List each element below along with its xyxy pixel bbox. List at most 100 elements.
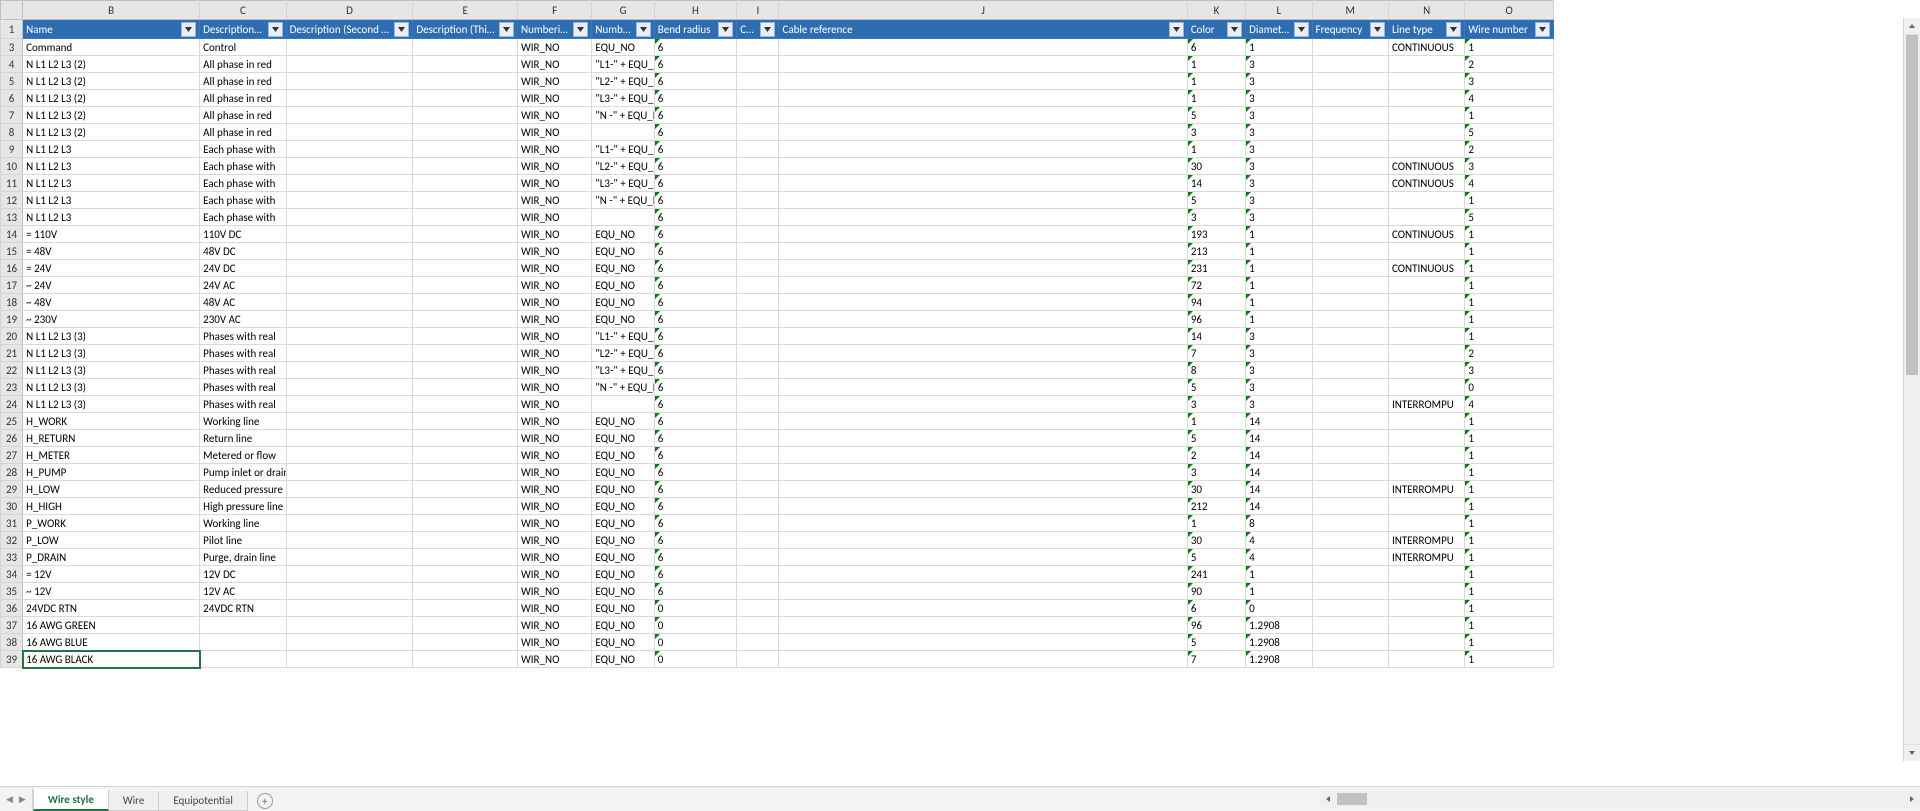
cell-H[interactable]: 6 bbox=[654, 277, 736, 294]
cell-C[interactable]: Working line bbox=[200, 515, 287, 532]
cell-N[interactable] bbox=[1388, 107, 1464, 124]
cell-I[interactable] bbox=[737, 430, 779, 447]
row-header[interactable]: 16 bbox=[1, 260, 23, 277]
cell-I[interactable] bbox=[737, 566, 779, 583]
cell-G[interactable]: EQU_NO bbox=[592, 515, 654, 532]
cell-E[interactable] bbox=[413, 430, 518, 447]
cell-E[interactable] bbox=[413, 328, 518, 345]
cell-O[interactable]: 1 bbox=[1465, 277, 1554, 294]
cell-E[interactable] bbox=[413, 600, 518, 617]
cell-H[interactable]: 6 bbox=[654, 532, 736, 549]
cell-D[interactable] bbox=[286, 583, 413, 600]
cell-O[interactable]: 1 bbox=[1465, 413, 1554, 430]
cell-B[interactable]: H_LOW bbox=[23, 481, 200, 498]
cell-N[interactable]: CONTINUOUS bbox=[1388, 260, 1464, 277]
cell-O[interactable]: 1 bbox=[1465, 532, 1554, 549]
cell-N[interactable] bbox=[1388, 192, 1464, 209]
cell-L[interactable]: 1 bbox=[1246, 226, 1312, 243]
row-header[interactable]: 9 bbox=[1, 141, 23, 158]
cell-H[interactable]: 6 bbox=[654, 515, 736, 532]
cell-M[interactable] bbox=[1312, 498, 1388, 515]
cell-I[interactable] bbox=[737, 124, 779, 141]
scroll-right-button[interactable] bbox=[1904, 791, 1920, 807]
cell-L[interactable]: 3 bbox=[1246, 396, 1312, 413]
cell-B[interactable]: H_WORK bbox=[23, 413, 200, 430]
cell-B[interactable]: P_WORK bbox=[23, 515, 200, 532]
cell-D[interactable] bbox=[286, 175, 413, 192]
cell-C[interactable]: Control bbox=[200, 39, 287, 56]
cell-D[interactable] bbox=[286, 56, 413, 73]
cell-D[interactable] bbox=[286, 430, 413, 447]
cell-K[interactable]: 30 bbox=[1187, 158, 1245, 175]
cell-G[interactable]: EQU_NO bbox=[592, 651, 654, 668]
cell-F[interactable]: WIR_NO bbox=[517, 464, 591, 481]
cell-O[interactable]: 1 bbox=[1465, 634, 1554, 651]
cell-F[interactable]: WIR_NO bbox=[517, 141, 591, 158]
cell-C[interactable] bbox=[200, 651, 287, 668]
filter-button-frequency[interactable] bbox=[1370, 22, 1385, 37]
row-header[interactable]: 4 bbox=[1, 56, 23, 73]
cell-N[interactable] bbox=[1388, 311, 1464, 328]
cell-K[interactable]: 96 bbox=[1187, 617, 1245, 634]
cell-E[interactable] bbox=[413, 56, 518, 73]
row-header[interactable]: 14 bbox=[1, 226, 23, 243]
cell-M[interactable] bbox=[1312, 56, 1388, 73]
cell-L[interactable]: 1 bbox=[1246, 566, 1312, 583]
cell-C[interactable]: All phase in red bbox=[200, 124, 287, 141]
cell-C[interactable]: 48V AC bbox=[200, 294, 287, 311]
cell-N[interactable] bbox=[1388, 430, 1464, 447]
cell-I[interactable] bbox=[737, 209, 779, 226]
cell-L[interactable]: 3 bbox=[1246, 192, 1312, 209]
cell-K[interactable]: 94 bbox=[1187, 294, 1245, 311]
cell-F[interactable]: WIR_NO bbox=[517, 277, 591, 294]
scroll-up-button[interactable] bbox=[1904, 18, 1920, 35]
cell-L[interactable]: 1 bbox=[1246, 243, 1312, 260]
cell-F[interactable]: WIR_NO bbox=[517, 158, 591, 175]
cell-B[interactable]: = 48V bbox=[23, 243, 200, 260]
cell-G[interactable]: EQU_NO bbox=[592, 583, 654, 600]
cell-J[interactable] bbox=[779, 124, 1187, 141]
cell-H[interactable]: 0 bbox=[654, 651, 736, 668]
cell-K[interactable]: 231 bbox=[1187, 260, 1245, 277]
cell-H[interactable]: 6 bbox=[654, 124, 736, 141]
cell-C[interactable]: Phases with real bbox=[200, 379, 287, 396]
cell-N[interactable] bbox=[1388, 277, 1464, 294]
cell-F[interactable]: WIR_NO bbox=[517, 634, 591, 651]
cell-C[interactable]: 24VDC RTN bbox=[200, 600, 287, 617]
cell-K[interactable]: 212 bbox=[1187, 498, 1245, 515]
cell-O[interactable]: 1 bbox=[1465, 192, 1554, 209]
cell-L[interactable]: 3 bbox=[1246, 141, 1312, 158]
cell-D[interactable] bbox=[286, 600, 413, 617]
cell-D[interactable] bbox=[286, 447, 413, 464]
sheet-tab[interactable]: Wire bbox=[108, 791, 159, 811]
cell-C[interactable]: 24V AC bbox=[200, 277, 287, 294]
cell-G[interactable] bbox=[592, 124, 654, 141]
cell-I[interactable] bbox=[737, 90, 779, 107]
cell-M[interactable] bbox=[1312, 532, 1388, 549]
cell-D[interactable] bbox=[286, 481, 413, 498]
cell-I[interactable] bbox=[737, 311, 779, 328]
cell-F[interactable]: WIR_NO bbox=[517, 600, 591, 617]
cell-F[interactable]: WIR_NO bbox=[517, 124, 591, 141]
row-header[interactable]: 22 bbox=[1, 362, 23, 379]
cell-M[interactable] bbox=[1312, 379, 1388, 396]
row-header[interactable]: 21 bbox=[1, 345, 23, 362]
cell-B[interactable]: N L1 L2 L3 (2) bbox=[23, 124, 200, 141]
cell-K[interactable]: 72 bbox=[1187, 277, 1245, 294]
cell-J[interactable] bbox=[779, 464, 1187, 481]
cell-F[interactable]: WIR_NO bbox=[517, 243, 591, 260]
cell-N[interactable] bbox=[1388, 651, 1464, 668]
col-header-H[interactable]: H bbox=[654, 1, 736, 20]
cell-D[interactable] bbox=[286, 549, 413, 566]
cell-E[interactable] bbox=[413, 260, 518, 277]
cell-B[interactable]: H_PUMP bbox=[23, 464, 200, 481]
cell-M[interactable] bbox=[1312, 396, 1388, 413]
filter-button-line-type[interactable] bbox=[1446, 22, 1461, 37]
cell-I[interactable] bbox=[737, 515, 779, 532]
cell-H[interactable]: 6 bbox=[654, 141, 736, 158]
cell-D[interactable] bbox=[286, 651, 413, 668]
cell-C[interactable]: Pump inlet or drain bbox=[200, 464, 287, 481]
cell-O[interactable]: 1 bbox=[1465, 583, 1554, 600]
cell-B[interactable]: N L1 L2 L3 (3) bbox=[23, 379, 200, 396]
cell-H[interactable]: 6 bbox=[654, 175, 736, 192]
